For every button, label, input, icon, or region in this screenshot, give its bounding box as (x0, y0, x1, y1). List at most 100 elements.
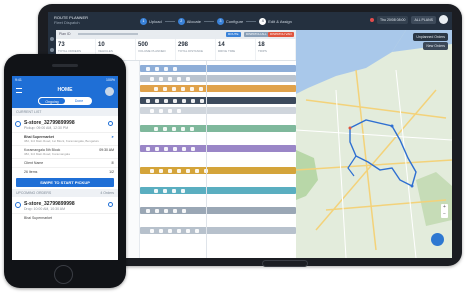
dispatch-all-button[interactable]: DISPATCH ALL (244, 32, 269, 37)
stop-block[interactable] (150, 108, 154, 113)
stop-block[interactable] (181, 188, 185, 193)
stop-block[interactable] (177, 168, 181, 173)
stop-block[interactable] (177, 108, 181, 113)
home-button[interactable] (54, 265, 73, 284)
stop-block[interactable] (154, 86, 158, 91)
stop-block[interactable] (191, 146, 195, 151)
stop-block[interactable] (181, 126, 185, 131)
stop-block[interactable] (146, 146, 150, 151)
step-configure[interactable]: 3 Configure (216, 17, 243, 25)
timeline-row[interactable] (140, 227, 296, 234)
date-time-display[interactable]: Thu 20/08 08:00 (376, 15, 409, 24)
contact-row[interactable]: Client Name ✆ (12, 158, 118, 167)
stop-block[interactable] (177, 76, 181, 81)
stop-block[interactable] (168, 168, 172, 173)
stop-block[interactable] (164, 98, 168, 103)
alert-icon[interactable] (369, 17, 374, 22)
timeline-row[interactable] (140, 125, 296, 132)
stop-block[interactable] (164, 66, 168, 71)
dispatch-van-button[interactable]: DISPATCH VAN (268, 32, 294, 37)
upcoming-stop[interactable]: Bhai Supermarket (12, 213, 118, 222)
stop-block[interactable] (154, 188, 158, 193)
stop-block[interactable] (155, 208, 159, 213)
stop-block[interactable] (159, 228, 163, 233)
drop-stop[interactable]: Koramangala 5th Block 382, 3rd Main Road… (12, 145, 118, 158)
stop-block[interactable] (159, 108, 163, 113)
stop-block[interactable] (186, 76, 190, 81)
stop-block[interactable] (146, 66, 150, 71)
stop-block[interactable] (195, 168, 199, 173)
stop-block[interactable] (168, 76, 172, 81)
timeline-row[interactable] (140, 85, 296, 92)
timeline-row[interactable] (140, 97, 296, 104)
stop-block[interactable] (172, 188, 176, 193)
stop-block[interactable] (195, 228, 199, 233)
stop-block[interactable] (177, 228, 181, 233)
info-icon[interactable] (108, 202, 113, 207)
route-map[interactable]: Unplanned Orders New Orders + − (296, 30, 452, 258)
stop-block[interactable] (164, 146, 168, 151)
step-edit-assign[interactable]: 4 Edit & Assign (259, 17, 292, 25)
items-row[interactable]: 26 Items 1/2 (12, 167, 118, 176)
stop-block[interactable] (191, 98, 195, 103)
stop-block[interactable] (164, 208, 168, 213)
timeline-row[interactable] (140, 167, 296, 174)
tab-done[interactable]: Done (66, 97, 92, 105)
route-button[interactable]: ROUTE (226, 32, 241, 37)
upcoming-order-card[interactable]: S-store_32799899998 Drop: 10:00 AM, 10:3… (12, 197, 118, 213)
stop-block[interactable] (182, 208, 186, 213)
step-upload[interactable]: 1 Upload (140, 17, 162, 25)
avatar[interactable] (105, 87, 114, 96)
swipe-to-start-button[interactable]: SWIPE TO START PICKUP (16, 178, 114, 187)
stop-block[interactable] (190, 86, 194, 91)
stop-block[interactable] (163, 86, 167, 91)
stop-block[interactable] (146, 208, 150, 213)
timeline-row[interactable] (140, 207, 296, 214)
stop-block[interactable] (186, 168, 190, 173)
stop-block[interactable] (173, 146, 177, 151)
stop-block[interactable] (155, 98, 159, 103)
phone-call-icon[interactable]: ✆ (111, 161, 114, 165)
nav-icon[interactable] (50, 37, 54, 41)
zoom-controls[interactable]: + − (441, 204, 448, 218)
stop-block[interactable] (199, 86, 203, 91)
stop-block[interactable] (173, 98, 177, 103)
navigate-icon[interactable]: ➤ (111, 135, 114, 139)
pickup-stop[interactable]: Bhai Supermarket 382, 3rd Main Road, 1st… (12, 132, 118, 145)
nav-icon[interactable] (50, 48, 54, 52)
profile-icon[interactable] (439, 15, 448, 24)
stop-block[interactable] (181, 86, 185, 91)
stop-block[interactable] (150, 228, 154, 233)
current-order-card[interactable]: S-store_32799899998 Pickup: 09:00 AM, 12… (12, 116, 118, 132)
stop-block[interactable] (182, 146, 186, 151)
stop-block[interactable] (182, 98, 186, 103)
stop-block[interactable] (155, 146, 159, 151)
stop-block[interactable] (200, 98, 204, 103)
stop-block[interactable] (186, 228, 190, 233)
timeline-row[interactable] (140, 75, 296, 82)
stop-block[interactable] (173, 66, 177, 71)
stop-block[interactable] (150, 76, 154, 81)
all-plans-button[interactable]: ALL PLANS (411, 15, 436, 24)
info-icon[interactable] (108, 121, 113, 126)
stop-block[interactable] (159, 168, 163, 173)
stop-block[interactable] (172, 86, 176, 91)
stop-block[interactable] (146, 98, 150, 103)
map-action-button[interactable] (431, 233, 444, 246)
timeline-row[interactable] (140, 107, 296, 114)
tab-ongoing[interactable]: Ongoing (38, 97, 66, 105)
stop-block[interactable] (173, 208, 177, 213)
timeline-row[interactable] (140, 65, 296, 72)
stop-block[interactable] (154, 126, 158, 131)
timeline-row[interactable] (140, 145, 296, 152)
timeline-row[interactable] (140, 187, 296, 194)
stop-block[interactable] (172, 126, 176, 131)
stop-block[interactable] (159, 76, 163, 81)
stop-block[interactable] (155, 66, 159, 71)
stop-block[interactable] (150, 168, 154, 173)
unplanned-orders-toggle[interactable]: Unplanned Orders (413, 33, 448, 41)
step-allocate[interactable]: 2 Allocate (177, 17, 201, 25)
stop-block[interactable] (190, 126, 194, 131)
stop-block[interactable] (168, 228, 172, 233)
stop-block[interactable] (168, 108, 172, 113)
